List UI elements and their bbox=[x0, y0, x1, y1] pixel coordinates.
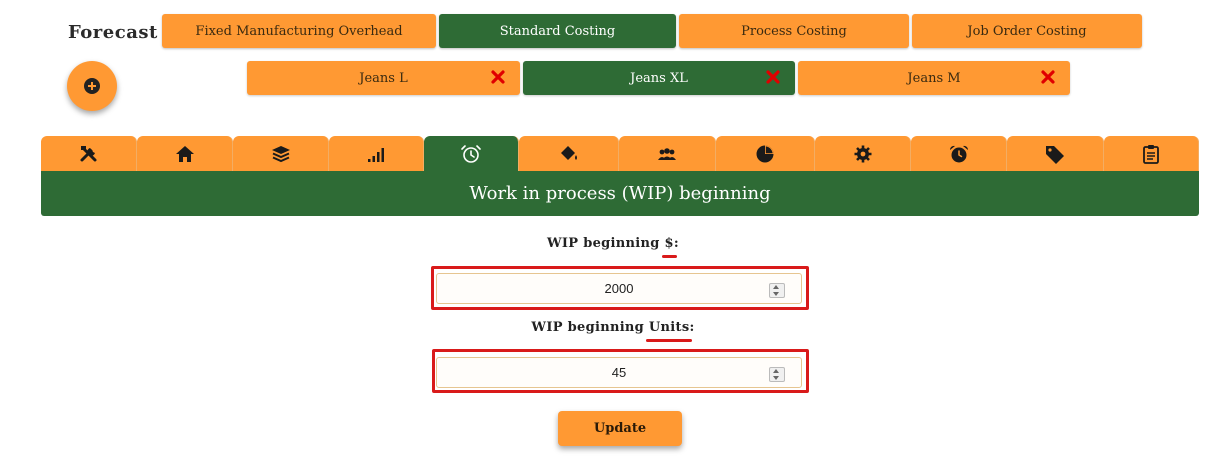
pie-chart-icon bbox=[756, 145, 774, 163]
icon-tab-tools[interactable] bbox=[41, 136, 137, 172]
icon-tab-layers[interactable] bbox=[233, 136, 329, 172]
product-tab-jeans-m[interactable]: Jeans M bbox=[798, 61, 1070, 95]
icon-tab-signal[interactable] bbox=[329, 136, 424, 172]
icon-tab-paint[interactable] bbox=[519, 136, 619, 172]
number-spinner[interactable] bbox=[769, 367, 785, 382]
icon-tab-clipboard[interactable] bbox=[1104, 136, 1199, 172]
tab-job-order-costing[interactable]: Job Order Costing bbox=[912, 14, 1142, 48]
tools-icon bbox=[80, 146, 96, 162]
signal-bars-icon bbox=[368, 148, 384, 162]
number-spinner[interactable] bbox=[769, 283, 785, 298]
layers-icon bbox=[271, 146, 290, 163]
paint-bucket-icon bbox=[560, 146, 577, 160]
product-tab-label: Jeans XL bbox=[630, 70, 688, 86]
icon-tab-wip[interactable] bbox=[424, 136, 519, 172]
product-tab-jeans-xl[interactable]: Jeans XL bbox=[523, 61, 795, 95]
add-product-button[interactable] bbox=[67, 61, 117, 111]
product-tab-jeans-l[interactable]: Jeans L bbox=[247, 61, 520, 95]
product-tab-label: Jeans L bbox=[359, 70, 408, 86]
input-value: 45 bbox=[611, 365, 627, 380]
plus-icon bbox=[84, 78, 100, 94]
icon-tab-users[interactable] bbox=[619, 136, 716, 172]
alarm-clock-outline-icon bbox=[461, 145, 481, 163]
home-icon bbox=[175, 146, 194, 162]
label-colon: : bbox=[673, 236, 679, 251]
users-icon bbox=[658, 148, 676, 160]
clipboard-icon bbox=[1143, 145, 1159, 164]
tab-standard-costing[interactable]: Standard Costing bbox=[439, 14, 676, 48]
icon-tab-alarm[interactable] bbox=[911, 136, 1007, 172]
label-text: WIP beginning bbox=[531, 320, 649, 335]
unit-highlight: $ bbox=[664, 236, 674, 251]
product-tab-label: Jeans M bbox=[907, 70, 961, 86]
tab-fixed-manufacturing-overhead[interactable]: Fixed Manufacturing Overhead bbox=[162, 14, 436, 48]
update-button[interactable]: Update bbox=[558, 411, 682, 446]
icon-tab-home[interactable] bbox=[137, 136, 233, 172]
close-icon[interactable] bbox=[1040, 68, 1056, 86]
gear-icon bbox=[854, 145, 871, 163]
icon-tab-tag[interactable] bbox=[1007, 136, 1104, 172]
wip-units-label: WIP beginning Units: bbox=[0, 320, 1226, 335]
icon-tab-settings[interactable] bbox=[815, 136, 911, 172]
section-title: Work in process (WIP) beginning bbox=[41, 171, 1199, 216]
tab-process-costing[interactable]: Process Costing bbox=[679, 14, 909, 48]
unit-highlight: Units bbox=[648, 320, 690, 335]
input-value: 2000 bbox=[604, 281, 634, 296]
wip-units-input[interactable]: 45 bbox=[436, 357, 802, 388]
brand-title: Forecast bbox=[68, 22, 158, 43]
tag-icon bbox=[1046, 146, 1064, 164]
alarm-clock-icon bbox=[949, 145, 968, 163]
wip-dollars-label: WIP beginning $: bbox=[0, 236, 1226, 251]
close-icon[interactable] bbox=[765, 68, 781, 86]
icon-tab-pie[interactable] bbox=[716, 136, 815, 172]
close-icon[interactable] bbox=[490, 68, 506, 86]
label-text: WIP beginning bbox=[547, 236, 665, 251]
label-colon: : bbox=[689, 320, 695, 335]
wip-dollars-input[interactable]: 2000 bbox=[436, 273, 802, 304]
